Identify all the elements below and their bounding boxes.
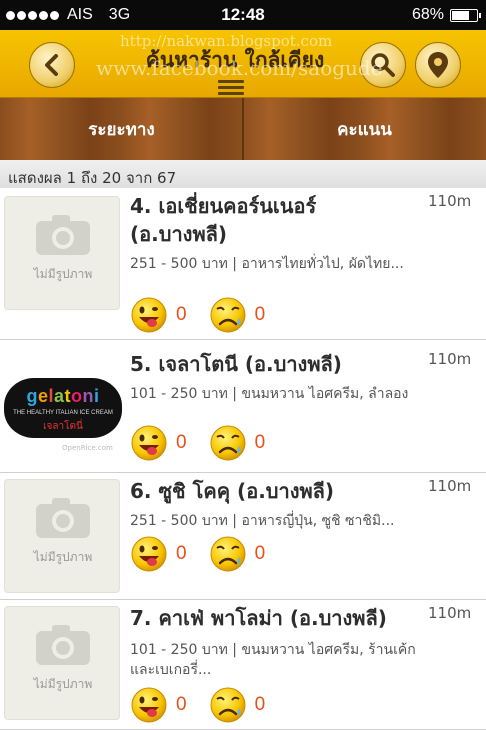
restaurant-description: 251 - 500 บาท | อาหารไทยทั่วไป, ผัดไทย..… [130, 256, 404, 272]
location-pin-icon [428, 52, 448, 78]
app-header: ค้นหาร้าน ใกล้เคียง http://nakwan.blogsp… [0, 30, 486, 98]
restaurant-distance: 110m [428, 350, 472, 368]
restaurant-name[interactable]: 4. เอเชี่ยนคอร์นเนอร์ (อ.บางพลี) [130, 192, 420, 248]
back-arrow-icon [45, 54, 58, 76]
no-image-placeholder: ไม่มีรูปภาพ [4, 606, 120, 720]
rating-row: 0 0 [130, 686, 287, 724]
restaurant-description: 251 - 500 บาท | อาหารญี่ปุ่น, ซูชิ ซาชิม… [130, 513, 395, 529]
camera-icon [36, 498, 90, 538]
dislike-count: 0 [254, 694, 266, 715]
no-image-label: ไม่มีรูปภาพ [33, 267, 93, 281]
sad-face-icon[interactable] [209, 686, 247, 724]
gelatoni-logo: gelatoni THE HEALTHY ITALIAN ICE CREAM เ… [4, 378, 122, 438]
rating-row: 0 0 [130, 424, 287, 462]
location-button[interactable] [415, 42, 461, 88]
logo-thai: เจลาโตนี่ [43, 421, 83, 432]
like-count: 0 [176, 694, 187, 715]
no-image-placeholder: ไม่มีรูปภาพ [4, 479, 120, 593]
battery-percent: 68% [411, 6, 444, 23]
list-item[interactable]: ไม่มีรูปภาพ 6. ซูชิ โคคุ (อ.บางพลี) 110m… [0, 473, 486, 600]
list-item[interactable]: ไม่มีรูปภาพ 7. คาเฟ่ พาโลม่า (อ.บางพลี) … [0, 600, 486, 730]
tab-rating[interactable]: คะแนน [243, 98, 486, 160]
dislike-count: 0 [254, 432, 266, 453]
like-count: 0 [176, 432, 187, 453]
logo-wordmark: gelatoni [26, 386, 100, 406]
list-item[interactable]: gelatoni THE HEALTHY ITALIAN ICE CREAM เ… [0, 346, 486, 473]
status-bar: AIS 3G 12:48 68% [0, 0, 486, 30]
sad-face-icon[interactable] [209, 535, 247, 573]
rating-row: 0 0 [130, 296, 287, 334]
no-image-placeholder: ไม่มีรูปภาพ [4, 196, 120, 310]
smiley-face-icon[interactable] [130, 296, 168, 334]
no-image-label: ไม่มีรูปภาพ [33, 550, 93, 564]
restaurant-name[interactable]: 6. ซูชิ โคคุ (อ.บางพลี) [130, 477, 420, 505]
logo-tagline: THE HEALTHY ITALIAN ICE CREAM [13, 410, 113, 416]
camera-icon [36, 625, 90, 665]
smiley-face-icon[interactable] [130, 686, 168, 724]
image-credit: OpenRice.com [62, 444, 113, 452]
restaurant-logo: gelatoni THE HEALTHY ITALIAN ICE CREAM เ… [4, 350, 122, 464]
like-count: 0 [176, 304, 187, 325]
menu-icon[interactable] [218, 80, 244, 98]
sad-face-icon[interactable] [209, 296, 247, 334]
dislike-count: 0 [254, 543, 266, 564]
back-button[interactable] [29, 42, 75, 88]
camera-icon [36, 215, 90, 255]
restaurant-name[interactable]: 7. คาเฟ่ พาโลม่า (อ.บางพลี) [130, 604, 420, 632]
restaurant-distance: 110m [428, 192, 472, 210]
dislike-count: 0 [254, 304, 266, 325]
smiley-face-icon[interactable] [130, 535, 168, 573]
search-icon [371, 53, 395, 77]
restaurant-description: 101 - 250 บาท | ขนมหวาน ไอศครีม, ร้านเค้… [130, 642, 416, 678]
no-image-label: ไม่มีรูปภาพ [33, 677, 93, 691]
restaurant-distance: 110m [428, 604, 472, 622]
tab-distance[interactable]: ระยะทาง [0, 98, 243, 160]
restaurant-distance: 110m [428, 477, 472, 495]
page-title: ค้นหาร้าน ใกล้เคียง [145, 48, 325, 72]
battery-icon [450, 8, 481, 22]
search-button[interactable] [360, 42, 406, 88]
like-count: 0 [176, 543, 187, 564]
smiley-face-icon[interactable] [130, 424, 168, 462]
rating-row: 0 0 [130, 535, 287, 573]
restaurant-name[interactable]: 5. เจลาโตนี (อ.บางพลี) [130, 350, 420, 378]
sad-face-icon[interactable] [209, 424, 247, 462]
list-item[interactable]: ไม่มีรูปภาพ 4. เอเชี่ยนคอร์นเนอร์ (อ.บาง… [0, 188, 486, 340]
restaurant-description: 101 - 250 บาท | ขนมหวาน ไอศครีม, ลำลอง [130, 386, 409, 402]
sort-tabs: ระยะทาง คะแนน [0, 98, 486, 160]
